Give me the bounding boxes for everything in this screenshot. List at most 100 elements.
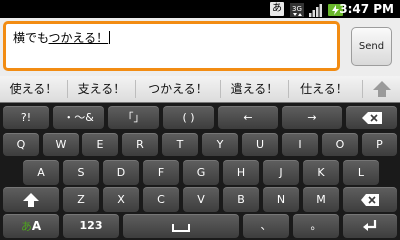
key-label: R bbox=[136, 138, 144, 151]
key-d[interactable]: D bbox=[103, 160, 139, 185]
key-z[interactable]: Z bbox=[63, 187, 99, 212]
key-label: I bbox=[298, 138, 302, 151]
key-w[interactable]: W bbox=[43, 133, 79, 156]
key-label: J bbox=[279, 166, 283, 179]
key-label: U bbox=[255, 138, 265, 151]
key-x[interactable]: X bbox=[103, 187, 139, 212]
key-label: F bbox=[157, 166, 165, 179]
space-icon bbox=[172, 224, 190, 232]
key-label: T bbox=[176, 138, 184, 151]
key-comma[interactable]: 、 bbox=[243, 214, 289, 238]
key-label: G bbox=[196, 166, 206, 179]
key-i[interactable]: I bbox=[282, 133, 318, 156]
shift-icon bbox=[23, 193, 39, 207]
key-delete[interactable] bbox=[343, 187, 397, 212]
key-label: V bbox=[197, 193, 205, 206]
compose-area: 横でもつかえる！ Send bbox=[0, 18, 400, 76]
message-text: 横でもつかえる！ bbox=[13, 29, 111, 46]
key-label: W bbox=[55, 138, 67, 151]
software-keyboard: ?! ・〜& 「」 ( ) ← → Q W E R T Y U I O P A … bbox=[0, 103, 400, 240]
key-label: S bbox=[77, 166, 85, 179]
key-label: Q bbox=[16, 138, 26, 151]
key-label: D bbox=[116, 166, 126, 179]
key-label: L bbox=[357, 166, 365, 179]
text-caret bbox=[109, 31, 111, 44]
key-label: 「」 bbox=[122, 111, 145, 124]
key-p[interactable]: P bbox=[362, 133, 397, 156]
key-f[interactable]: F bbox=[143, 160, 179, 185]
key-label: → bbox=[307, 111, 317, 124]
candidate-4[interactable]: 遣える！ bbox=[221, 76, 288, 102]
signal-strength-icon bbox=[309, 2, 323, 17]
key-label: ( ) bbox=[182, 111, 195, 124]
key-cursor-right[interactable]: → bbox=[282, 106, 342, 129]
key-input-mode[interactable]: あA bbox=[3, 214, 59, 238]
key-period[interactable]: 。 bbox=[293, 214, 339, 238]
key-h[interactable]: H bbox=[223, 160, 259, 185]
key-numeric[interactable]: 123 bbox=[63, 214, 119, 238]
key-parentheses[interactable]: ( ) bbox=[163, 106, 214, 129]
key-enter[interactable] bbox=[343, 214, 397, 238]
candidate-divider bbox=[362, 80, 363, 98]
key-question-exclamation[interactable]: ?! bbox=[3, 106, 49, 129]
key-label: ・〜& bbox=[63, 111, 94, 124]
screen: あ 3G 3:47 PM 横でもつかえる！ Send 使える！ 支える！ つかえ… bbox=[0, 0, 400, 240]
key-s[interactable]: S bbox=[63, 160, 99, 185]
key-space[interactable] bbox=[123, 214, 239, 238]
key-label: 、 bbox=[260, 219, 272, 232]
clock: 3:47 PM bbox=[339, 2, 394, 16]
key-label: C bbox=[157, 193, 165, 206]
key-o[interactable]: O bbox=[322, 133, 358, 156]
input-mode-icon: あA bbox=[3, 214, 59, 239]
key-label: Z bbox=[77, 193, 85, 206]
status-bar: あ 3G 3:47 PM bbox=[0, 0, 400, 18]
send-button[interactable]: Send bbox=[351, 27, 392, 66]
key-u[interactable]: U bbox=[242, 133, 278, 156]
message-input[interactable]: 横でもつかえる！ bbox=[3, 21, 340, 71]
delete-icon bbox=[361, 194, 379, 206]
key-b[interactable]: B bbox=[223, 187, 259, 212]
key-j[interactable]: J bbox=[263, 160, 299, 185]
candidate-5[interactable]: 仕える！ bbox=[289, 76, 359, 102]
key-backspace[interactable] bbox=[346, 106, 397, 129]
key-shift[interactable] bbox=[3, 187, 59, 212]
svg-text:3G: 3G bbox=[292, 5, 302, 13]
key-label: 123 bbox=[79, 219, 103, 232]
key-cursor-left[interactable]: ← bbox=[218, 106, 278, 129]
key-k[interactable]: K bbox=[303, 160, 339, 185]
candidate-1[interactable]: 使える！ bbox=[0, 76, 67, 102]
key-label: N bbox=[276, 193, 286, 206]
key-label: A bbox=[37, 166, 45, 179]
key-a[interactable]: A bbox=[23, 160, 59, 185]
mode-kana-label: あ bbox=[20, 220, 32, 233]
key-label: M bbox=[316, 193, 326, 206]
candidate-2[interactable]: 支える！ bbox=[68, 76, 135, 102]
key-label: ← bbox=[243, 111, 253, 124]
key-n[interactable]: N bbox=[263, 187, 299, 212]
key-e[interactable]: E bbox=[82, 133, 118, 156]
key-y[interactable]: Y bbox=[202, 133, 238, 156]
key-c[interactable]: C bbox=[143, 187, 179, 212]
candidate-3[interactable]: つかえる！ bbox=[136, 76, 220, 102]
expand-candidates-button[interactable] bbox=[364, 76, 400, 102]
key-label: Y bbox=[216, 138, 224, 151]
key-v[interactable]: V bbox=[183, 187, 219, 212]
backspace-icon bbox=[361, 112, 382, 124]
key-label: B bbox=[237, 193, 245, 206]
key-m[interactable]: M bbox=[303, 187, 339, 212]
key-label: K bbox=[317, 166, 325, 179]
key-label: 。 bbox=[310, 219, 322, 232]
key-label: X bbox=[117, 193, 125, 206]
key-symbols[interactable]: ・〜& bbox=[53, 106, 104, 129]
committed-text: 横でも bbox=[13, 31, 49, 45]
network-type-icon: 3G bbox=[290, 2, 304, 17]
key-t[interactable]: T bbox=[162, 133, 198, 156]
key-brackets[interactable]: 「」 bbox=[108, 106, 159, 129]
mode-alpha-label: A bbox=[31, 219, 42, 233]
key-g[interactable]: G bbox=[183, 160, 219, 185]
composing-text: つかえる！ bbox=[48, 31, 109, 45]
key-l[interactable]: L bbox=[343, 160, 379, 185]
key-label: E bbox=[96, 138, 104, 151]
key-r[interactable]: R bbox=[122, 133, 158, 156]
key-q[interactable]: Q bbox=[3, 133, 39, 156]
